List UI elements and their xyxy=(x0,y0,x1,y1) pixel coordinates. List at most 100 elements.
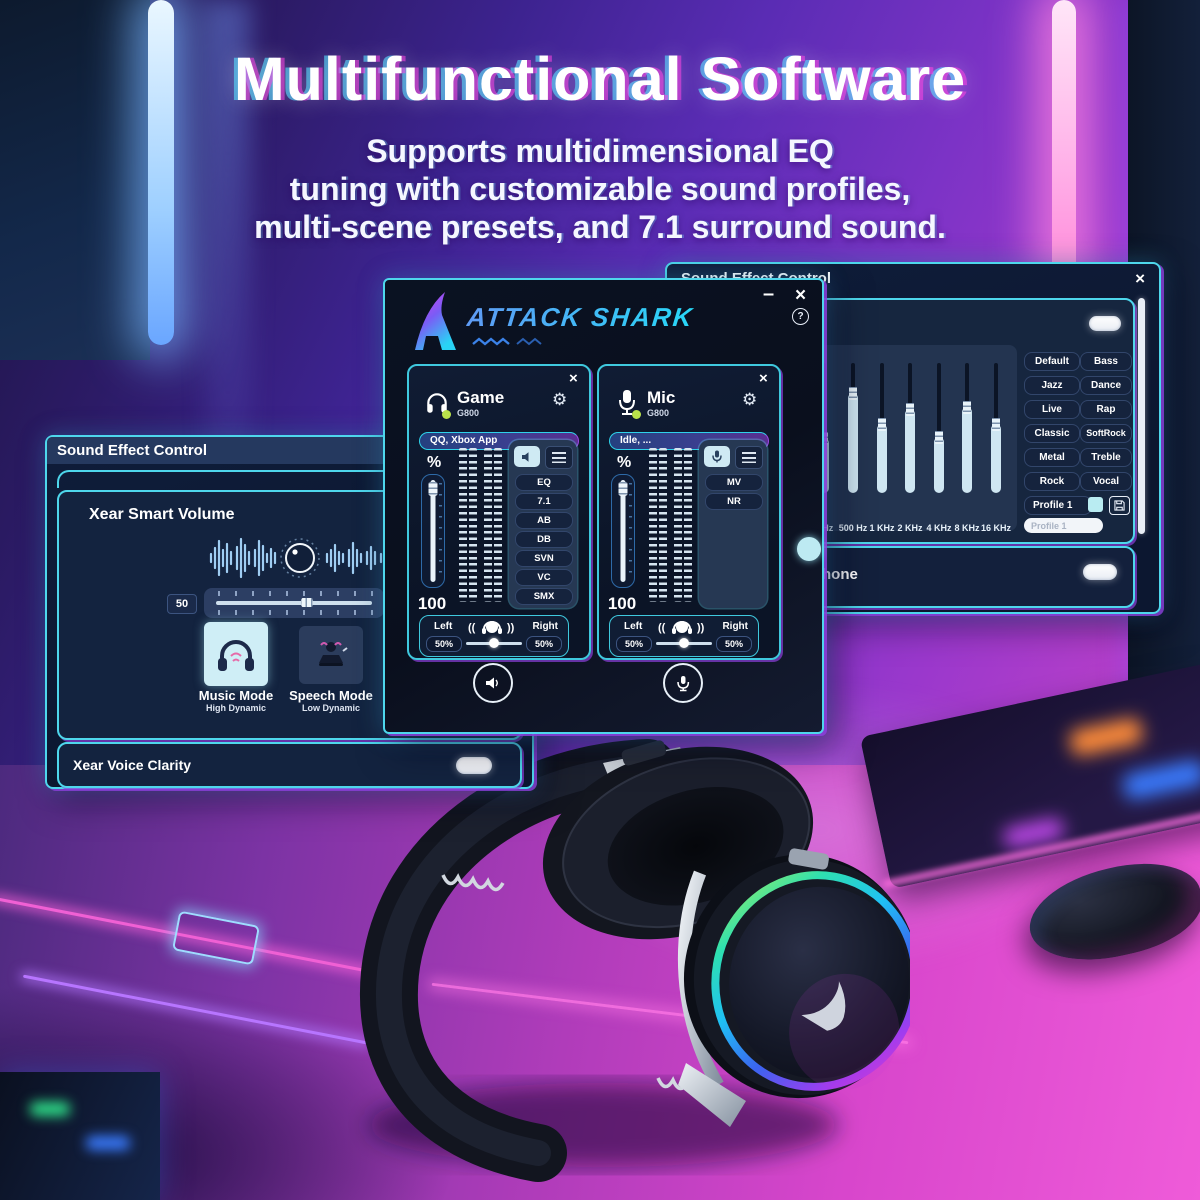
preset-classic[interactable]: Classic xyxy=(1024,424,1080,443)
eq-slider-thumb[interactable] xyxy=(845,383,861,404)
gear-icon[interactable]: ⚙ xyxy=(742,390,757,410)
left-balance-value: 50% xyxy=(426,636,462,652)
dsp-button-mv[interactable]: MV xyxy=(705,474,763,491)
preset-rap[interactable]: Rap xyxy=(1080,400,1132,419)
profile-name-input[interactable] xyxy=(1024,518,1103,533)
keyboard-rgb-green xyxy=(30,1102,70,1116)
preset-softrock[interactable]: SoftRock xyxy=(1080,424,1132,443)
eq-slider[interactable]: 4 KHz xyxy=(929,363,949,493)
volume-slider-thumb[interactable] xyxy=(426,478,441,500)
speech-mode-thumbnail[interactable] xyxy=(299,626,363,684)
balance-thumb[interactable] xyxy=(679,638,689,648)
preset-vocal[interactable]: Vocal xyxy=(1080,472,1132,491)
level-meter xyxy=(684,448,692,602)
balance-box: Left (( )) Right 50% 50% xyxy=(419,615,569,657)
page-title: Multifunctional Software xyxy=(0,44,1200,114)
level-meter xyxy=(494,448,502,602)
preset-rock[interactable]: Rock xyxy=(1024,472,1080,491)
smart-volume-slider[interactable] xyxy=(204,588,384,618)
right-label: Right xyxy=(722,621,748,632)
volume-slider-thumb[interactable] xyxy=(616,478,631,500)
volume-slider[interactable] xyxy=(611,474,635,588)
page-subtitle: Supports multidimensional EQ tuning with… xyxy=(0,132,1200,246)
eq-slider-thumb[interactable] xyxy=(988,414,1004,435)
microphone-toggle[interactable] xyxy=(1083,564,1117,580)
dsp-button-71[interactable]: 7.1 xyxy=(515,493,573,510)
eq-band-label: 16 KHz xyxy=(974,523,1018,533)
keyboard-rgb-orange xyxy=(1068,717,1144,757)
level-meter xyxy=(484,448,492,602)
eq-slider-thumb[interactable] xyxy=(931,427,947,448)
mic-mute-button[interactable] xyxy=(663,663,703,703)
eq-slider-thumb[interactable] xyxy=(902,399,918,420)
window-attack-shark: – × ? ATTACK SHARK × Game G800 ⚙ Q xyxy=(383,278,824,734)
brand-wordmark: ATTACK SHARK xyxy=(465,302,695,333)
sliders-icon xyxy=(552,452,566,463)
shark-logo xyxy=(411,288,459,352)
dsp-button-nr[interactable]: NR xyxy=(705,493,763,510)
dsp-button-smx[interactable]: SMX xyxy=(515,588,573,605)
balance-headphone-icon xyxy=(480,618,504,636)
dsp-button-eq[interactable]: EQ xyxy=(515,474,573,491)
preset-metal[interactable]: Metal xyxy=(1024,448,1080,467)
volume-slider[interactable] xyxy=(421,474,445,588)
speech-mode-label: Speech Mode xyxy=(283,688,379,703)
status-dot xyxy=(442,410,451,419)
music-mode-thumbnail[interactable] xyxy=(204,622,268,686)
output-mode-button[interactable] xyxy=(514,446,540,467)
preset-treble[interactable]: Treble xyxy=(1080,448,1132,467)
dsp-button-ab[interactable]: AB xyxy=(515,512,573,529)
headset-photo xyxy=(348,733,910,1183)
slider-thumb[interactable] xyxy=(296,596,318,609)
level-meter xyxy=(674,448,682,602)
profile-color-swatch[interactable] xyxy=(1088,497,1103,512)
right-balance-value: 50% xyxy=(716,636,752,652)
balance-headphone-icon xyxy=(670,618,694,636)
preset-live[interactable]: Live xyxy=(1024,400,1080,419)
gear-icon[interactable]: ⚙ xyxy=(552,390,567,410)
stage: Multifunctional Software Supports multid… xyxy=(0,0,1200,1200)
device-name: G800 xyxy=(457,408,479,418)
level-meter xyxy=(459,448,467,602)
input-mode-button[interactable] xyxy=(704,446,730,467)
channel-title: Mic xyxy=(647,388,675,408)
balance-thumb[interactable] xyxy=(489,638,499,648)
preset-bass[interactable]: Bass xyxy=(1080,352,1132,371)
dsp-button-svn[interactable]: SVN xyxy=(515,550,573,567)
eq-slider-thumb[interactable] xyxy=(959,397,975,418)
dsp-button-panel: EQ 7.1 AB DB SVN VC SMX xyxy=(509,440,577,608)
preset-dance[interactable]: Dance xyxy=(1080,376,1132,395)
eq-slider[interactable]: 8 KHz xyxy=(957,363,977,493)
eq-slider[interactable]: 1 KHz xyxy=(872,363,892,493)
brand-squiggle xyxy=(471,336,591,348)
eq-enable-toggle[interactable] xyxy=(1089,316,1121,331)
voice-clarity-toggle[interactable] xyxy=(456,757,492,774)
speaker-mute-button[interactable] xyxy=(473,663,513,703)
smart-volume-value: 50 xyxy=(167,594,197,614)
eq-slider-thumb[interactable] xyxy=(874,414,890,435)
profile-label[interactable]: Profile 1 xyxy=(1024,496,1092,515)
help-icon[interactable]: ? xyxy=(792,308,809,325)
eq-slider[interactable]: 2 KHz xyxy=(900,363,920,493)
eq-slider[interactable]: 500 Hz xyxy=(843,363,863,493)
mixer-button[interactable] xyxy=(545,446,573,469)
dsp-button-vc[interactable]: VC xyxy=(515,569,573,586)
close-icon[interactable]: × xyxy=(759,371,768,386)
close-icon[interactable]: × xyxy=(1135,270,1145,287)
left-balance-value: 50% xyxy=(616,636,652,652)
close-icon[interactable]: × xyxy=(569,371,578,386)
music-mode-label: Music Mode xyxy=(188,688,284,703)
section-badge[interactable] xyxy=(797,537,821,561)
minimize-icon[interactable]: – xyxy=(763,284,774,304)
preset-jazz[interactable]: Jazz xyxy=(1024,376,1080,395)
eq-slider[interactable]: 16 KHz xyxy=(986,363,1006,493)
close-icon[interactable]: × xyxy=(795,286,806,305)
scrollbar[interactable] xyxy=(1138,298,1145,534)
save-profile-button[interactable] xyxy=(1109,496,1130,515)
dsp-button-db[interactable]: DB xyxy=(515,531,573,548)
volume-value: 100 xyxy=(411,594,453,614)
volume-knob[interactable] xyxy=(286,544,314,572)
music-mode-sublabel: High Dynamic xyxy=(188,703,284,713)
mixer-button[interactable] xyxy=(735,446,763,469)
preset-default[interactable]: Default xyxy=(1024,352,1080,371)
